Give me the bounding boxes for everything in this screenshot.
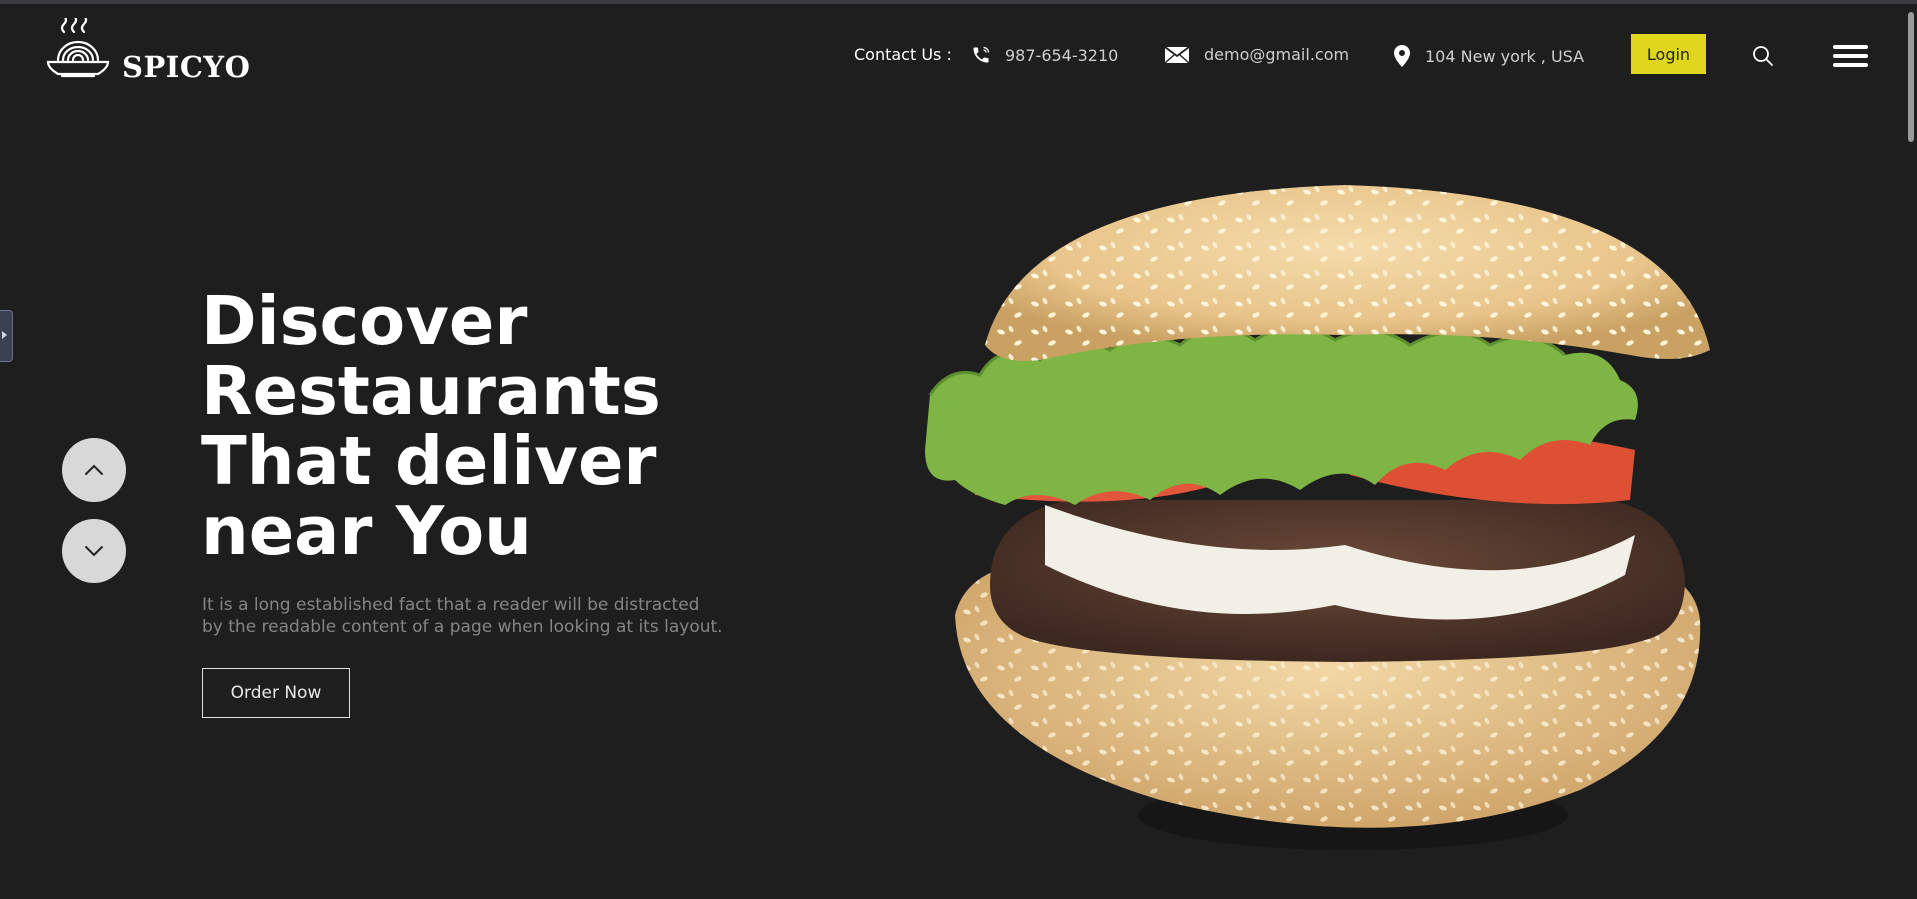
side-panel-toggle[interactable] [0, 310, 13, 362]
hero-description-line: by the readable content of a page when l… [202, 617, 723, 637]
phone-icon [971, 45, 991, 65]
hamburger-menu-button[interactable] [1833, 45, 1868, 72]
chevron-up-icon [85, 464, 103, 475]
hero-title-line: That deliver [201, 422, 657, 500]
scrollbar[interactable] [1903, 4, 1917, 899]
hamburger-menu-icon [1833, 45, 1868, 67]
slider-next-button[interactable] [62, 519, 126, 583]
chevron-down-icon [85, 546, 103, 557]
login-button[interactable]: Login [1631, 34, 1706, 74]
brand-name: SPICYO [122, 50, 251, 84]
location-pin-icon [1393, 45, 1411, 67]
hero-title-line: near You [201, 492, 532, 570]
hero-description-line: It is a long established fact that a rea… [202, 595, 700, 615]
hero-description: It is a long established fact that a rea… [202, 594, 762, 638]
search-icon [1753, 46, 1773, 66]
hero-title-line: Discover [201, 282, 528, 360]
mail-icon [1164, 45, 1190, 64]
hero-title: Discover Restaurants That deliver near Y… [201, 286, 661, 566]
hero-title-line: Restaurants [201, 352, 661, 430]
burger-image [925, 185, 1710, 850]
scrollbar-thumb[interactable] [1908, 12, 1914, 142]
expand-arrow-icon [2, 331, 7, 339]
location-address: 104 New york , USA [1425, 46, 1585, 66]
search-button[interactable] [1752, 45, 1774, 71]
window-top-border [0, 0, 1917, 4]
contact-location[interactable]: 104 New york , USA [1393, 45, 1584, 67]
email-address: demo@gmail.com [1204, 45, 1350, 64]
contact-label: Contact Us : [854, 45, 952, 64]
phone-number: 987-654-3210 [1005, 45, 1119, 65]
slider-prev-button[interactable] [62, 438, 126, 502]
contact-phone[interactable]: 987-654-3210 [971, 45, 1118, 65]
brand-logo[interactable]: SPICYO [44, 18, 250, 86]
noodle-bowl-icon [46, 18, 110, 78]
contact-email[interactable]: demo@gmail.com [1164, 45, 1349, 64]
order-now-button[interactable]: Order Now [202, 668, 350, 718]
